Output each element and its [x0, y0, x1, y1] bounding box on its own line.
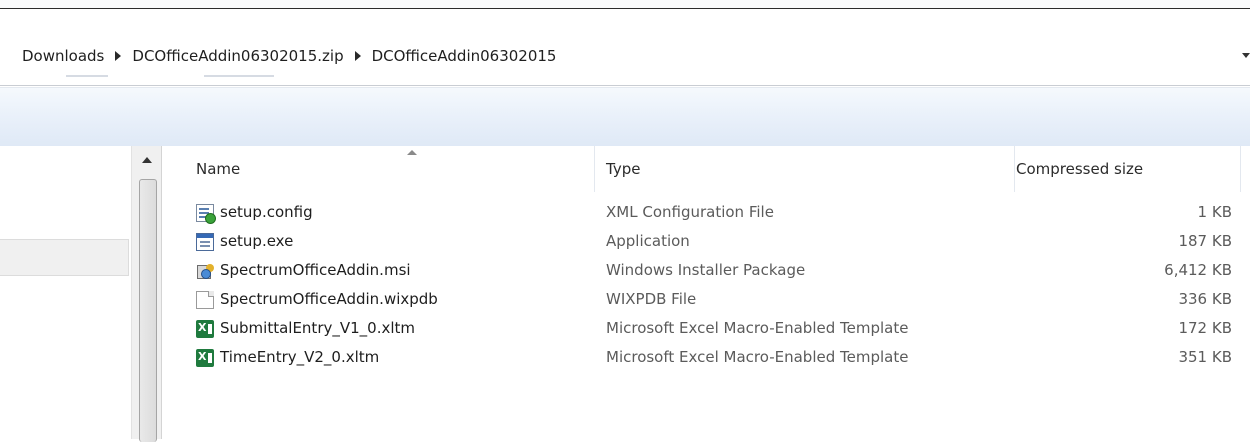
- file-type: Microsoft Excel Macro-Enabled Template: [606, 319, 909, 337]
- excel-template-icon: [196, 319, 214, 338]
- column-header-name[interactable]: Name: [162, 146, 594, 192]
- file-name: SubmittalEntry_V1_0.xltm: [220, 319, 416, 337]
- scrollbar-thumb[interactable]: [139, 179, 157, 442]
- file-name: SpectrumOfficeAddin.wixpdb: [220, 290, 438, 308]
- file-name: setup.exe: [220, 232, 294, 250]
- column-header-type-label: Type: [606, 160, 641, 178]
- file-row[interactable]: TimeEntry_V2_0.xltm Microsoft Excel Macr…: [162, 343, 1250, 372]
- scroll-up-icon[interactable]: [132, 146, 162, 176]
- column-header-type[interactable]: Type: [572, 146, 1012, 192]
- file-row[interactable]: SpectrumOfficeAddin.wixpdb WIXPDB File 3…: [162, 285, 1250, 314]
- window-top-edge: [0, 0, 1250, 9]
- file-size: 6,412 KB: [1164, 261, 1232, 279]
- breadcrumb-item-downloads[interactable]: Downloads: [22, 47, 104, 65]
- ghost-underline: [204, 75, 274, 77]
- file-type: Windows Installer Package: [606, 261, 806, 279]
- file-name: setup.config: [220, 203, 313, 221]
- address-divider: [0, 85, 1250, 86]
- column-header-name-label: Name: [196, 160, 241, 178]
- file-name: SpectrumOfficeAddin.msi: [220, 261, 411, 279]
- file-row[interactable]: SubmittalEntry_V1_0.xltm Microsoft Excel…: [162, 314, 1250, 343]
- breadcrumb-item-zip[interactable]: DCOfficeAddin06302015.zip: [132, 47, 343, 65]
- column-header-size-label: Compressed size: [1016, 160, 1144, 178]
- file-row[interactable]: setup.exe Application 187 KB: [162, 227, 1250, 256]
- file-size: 336 KB: [1178, 290, 1232, 308]
- file-type: Application: [606, 232, 690, 250]
- file-type: Microsoft Excel Macro-Enabled Template: [606, 348, 909, 366]
- installer-package-icon: [196, 262, 214, 280]
- column-header-size[interactable]: Compressed size: [982, 146, 1240, 192]
- file-row[interactable]: SpectrumOfficeAddin.msi Windows Installe…: [162, 256, 1250, 285]
- file-row[interactable]: setup.config XML Configuration File 1 KB: [162, 198, 1250, 227]
- sort-ascending-icon: [407, 150, 417, 155]
- breadcrumb: Downloads DCOfficeAddin06302015.zip DCOf…: [22, 47, 556, 65]
- file-list: Name Type Compressed size setup.config X…: [162, 146, 1250, 439]
- file-size: 187 KB: [1178, 232, 1232, 250]
- address-bar[interactable]: Downloads DCOfficeAddin06302015.zip DCOf…: [0, 9, 1250, 87]
- excel-template-icon: [196, 348, 214, 367]
- breadcrumb-item-folder[interactable]: DCOfficeAddin06302015: [372, 47, 557, 65]
- generic-file-icon: [196, 290, 214, 309]
- file-size: 1 KB: [1197, 203, 1232, 221]
- config-file-icon: [196, 203, 216, 224]
- file-size: 351 KB: [1178, 348, 1232, 366]
- file-type: WIXPDB File: [606, 290, 697, 308]
- command-toolbar: [0, 87, 1250, 147]
- file-size: 172 KB: [1178, 319, 1232, 337]
- address-dropdown-icon[interactable]: [1242, 53, 1250, 58]
- application-icon: [196, 232, 214, 251]
- column-separator[interactable]: [1240, 146, 1241, 192]
- navigation-scrollbar[interactable]: [131, 146, 162, 442]
- ghost-underline: [66, 75, 108, 77]
- navigation-selected-item[interactable]: [0, 239, 129, 276]
- file-type: XML Configuration File: [606, 203, 774, 221]
- navigation-pane: [0, 146, 131, 439]
- breadcrumb-arrow-icon[interactable]: [115, 51, 122, 61]
- breadcrumb-arrow-icon[interactable]: [354, 51, 361, 61]
- file-name: TimeEntry_V2_0.xltm: [220, 348, 380, 366]
